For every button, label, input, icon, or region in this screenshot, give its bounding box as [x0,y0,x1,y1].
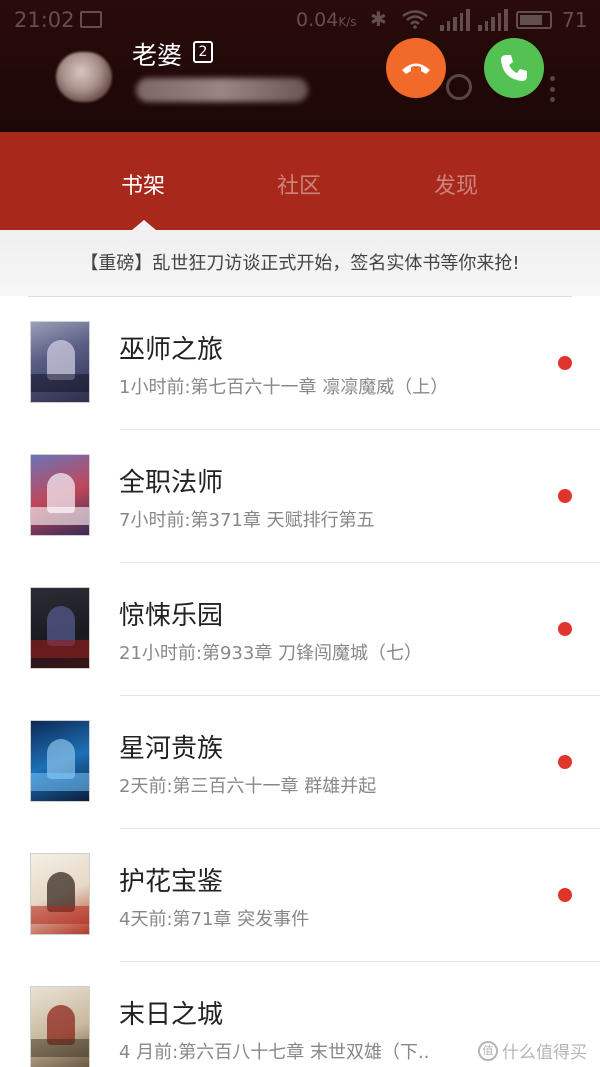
image-notification-icon [80,11,102,28]
phone-icon [501,55,527,81]
cover-art [31,640,89,658]
unread-dot [558,489,572,503]
active-tab-indicator [124,220,164,230]
book-title: 惊悚乐园 [119,601,224,631]
book-cover [30,454,90,536]
book-latest-chapter: 7小时前:第371章 天赋排行第五 [119,510,375,531]
book-item[interactable]: 星河贵族 2天前:第三百六十一章 群雄并起 [0,696,600,829]
book-latest-chapter: 1小时前:第七百六十一章 凛凛魔威（上） [119,377,449,398]
book-latest-chapter: 21小时前:第933章 刀锋闯魔城（七） [119,643,423,664]
cover-art [31,773,89,791]
book-title: 巫师之旅 [119,335,224,365]
more-menu-icon [550,76,556,102]
book-list: 巫师之旅 1小时前:第七百六十一章 凛凛魔威（上） 全职法师 7小时前:第371… [0,297,600,1067]
book-latest-chapter: 4天前:第71章 突发事件 [119,909,310,930]
watermark-logo-icon: 值 [478,1040,498,1061]
book-cover [30,720,90,802]
hang-up-icon [402,63,430,74]
caller-name: 老婆 [132,41,183,70]
book-title: 护花宝鉴 [119,867,224,897]
battery-percent: 71 [562,8,588,32]
unread-dot [558,622,572,636]
cover-art [31,374,89,392]
tab-bookshelf[interactable]: 书架 [121,168,165,200]
decline-call-button[interactable] [386,38,446,98]
book-item[interactable]: 巫师之旅 1小时前:第七百六十一章 凛凛魔威（上） [0,297,600,430]
caller-number-redacted [136,78,308,102]
tab-community[interactable]: 社区 [277,168,321,200]
signal-sim2-icon [478,9,508,31]
bluetooth-icon: ✱ [370,7,387,31]
book-title: 星河贵族 [119,734,224,764]
network-speed-unit: K/s [338,15,357,29]
book-item[interactable]: 全职法师 7小时前:第371章 天赋排行第五 [0,430,600,563]
wifi-icon [402,10,428,29]
book-cover [30,853,90,935]
cover-art [31,1039,89,1057]
unread-dot [558,888,572,902]
book-latest-chapter: 2天前:第三百六十一章 群雄并起 [119,776,377,797]
announcement-banner[interactable]: 【重磅】乱世狂刀访谈正式开始，签名实体书等你来抢! [0,230,600,296]
signal-sim1-icon [440,9,470,31]
book-cover [30,321,90,403]
status-bar: 21:02 0.04K/s ✱ 71 [0,0,600,40]
watermark: 值 什么值得买 [478,1038,587,1063]
network-speed: 0.04K/s [296,9,356,31]
battery-icon [516,11,552,29]
book-cover [30,587,90,669]
book-item[interactable]: 惊悚乐园 21小时前:第933章 刀锋闯魔城（七） [0,563,600,696]
book-title: 末日之城 [119,1000,224,1030]
book-item[interactable]: 护花宝鉴 4天前:第71章 突发事件 [0,829,600,962]
book-cover [30,986,90,1067]
book-latest-chapter: 4 月前:第六百八十七章 末世双雄（下.. [119,1042,430,1063]
tab-bar: 书架 社区 发现 [0,132,600,230]
sim-slot-badge: 2 [193,41,213,63]
unread-dot [558,356,572,370]
watermark-text: 什么值得买 [502,1043,587,1063]
incoming-call-banner: 21:02 0.04K/s ✱ 71 老婆 2 [0,0,600,132]
status-time: 21:02 [14,8,75,32]
cover-art [31,507,89,525]
cover-art [31,906,89,924]
caller-avatar [56,52,112,102]
network-speed-value: 0.04 [296,9,339,31]
unread-dot [558,755,572,769]
tab-discover[interactable]: 发现 [434,168,478,200]
answer-call-button[interactable] [484,38,544,98]
book-title: 全职法师 [119,468,224,498]
search-icon [446,74,472,100]
